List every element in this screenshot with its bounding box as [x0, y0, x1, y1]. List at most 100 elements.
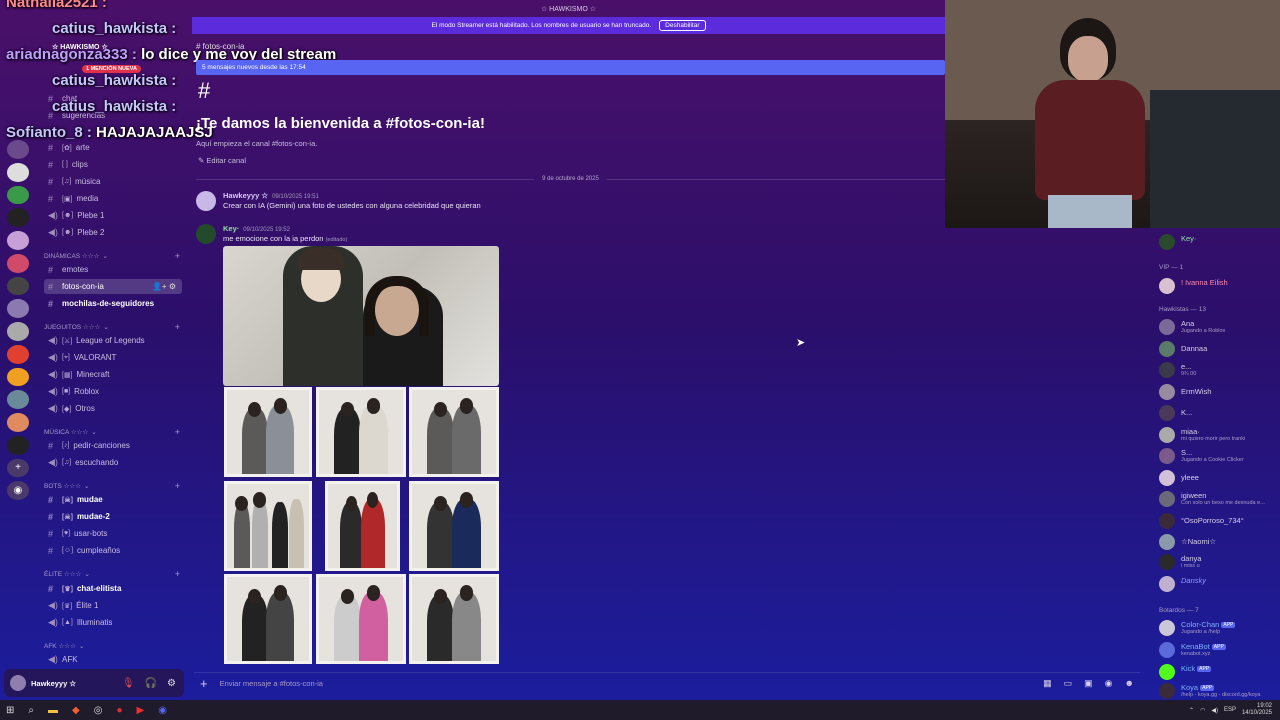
add-channel-icon[interactable]: +	[175, 322, 180, 332]
channel-mochilas[interactable]: # mochilas-de-seguidores	[44, 296, 182, 311]
member[interactable]: Ana Jugando a Roblox	[1159, 317, 1279, 335]
obs-icon[interactable]: ◎	[94, 705, 103, 716]
server-icon[interactable]	[7, 276, 29, 296]
message-composer[interactable]: + Enviar mensaje a #fotos-con-ia ▦ ▭ ▣ ◉…	[194, 672, 1140, 694]
server-icon[interactable]	[7, 413, 29, 432]
language-indicator[interactable]: ESP	[1224, 707, 1236, 713]
attachment-image[interactable]	[409, 481, 499, 571]
server-icon[interactable]	[7, 390, 29, 409]
channel-musica[interactable]: # [♫] música	[44, 174, 182, 189]
channel-arte[interactable]: # [✿] arte	[44, 140, 182, 155]
windows-start-icon[interactable]: ⊞	[6, 705, 14, 716]
member[interactable]: Koya APP/help - koya.gg - discord.gg/koya	[1159, 681, 1279, 699]
member[interactable]: ! Ivanna Eilish	[1159, 276, 1279, 294]
attachment-image[interactable]	[316, 387, 406, 477]
category-dinamicas[interactable]: DINÁMICAS ☆☆☆ ⌄ +	[44, 251, 184, 261]
add-server-icon[interactable]: +	[7, 458, 29, 478]
member[interactable]: Dansky	[1159, 574, 1279, 592]
channel-pedir-canciones[interactable]: # [♪] pedir-canciones	[44, 438, 182, 453]
attachment-image[interactable]	[409, 387, 499, 477]
server-icon[interactable]	[7, 185, 29, 205]
brave-icon[interactable]: ◆	[72, 705, 80, 716]
disable-streamer-button[interactable]: Deshabilitar	[659, 20, 706, 31]
channel-emotes[interactable]: # emotes	[44, 262, 182, 277]
attachment-image[interactable]	[325, 481, 400, 571]
channel-media[interactable]: # [▣] media	[44, 191, 182, 206]
attachment-image[interactable]	[223, 246, 499, 386]
category-bots[interactable]: BOTS ☆☆☆ ⌄ +	[44, 481, 184, 491]
voice-afk[interactable]: ◀) AFK	[44, 652, 182, 667]
member[interactable]: Color-Chan APP Jugando a /help	[1159, 618, 1279, 636]
category-elite[interactable]: ÉLITE ☆☆☆ ⌄ +	[44, 569, 184, 579]
channel-fotos-con-ia[interactable]: # fotos-con-ia 👤+ ⚙	[44, 279, 182, 294]
member[interactable]: KenaBot APP kenabot.xyz	[1159, 640, 1279, 658]
volume-icon[interactable]: ◀)	[1211, 707, 1218, 714]
server-icon[interactable]	[7, 162, 29, 182]
explore-icon[interactable]: ◉	[7, 481, 29, 500]
voice-plebe-2[interactable]: ◀) [☻] Plebe 2	[44, 225, 182, 240]
category-afk[interactable]: AFK ☆☆☆ ⌄	[44, 642, 184, 650]
avatar[interactable]	[10, 675, 26, 691]
channel-clips[interactable]: #[ ] clips	[44, 157, 182, 172]
attachment-image[interactable]	[224, 387, 312, 477]
headphones-icon[interactable]: 🎧	[145, 678, 157, 689]
channel-mudae[interactable]: # [☠] mudae	[44, 492, 182, 507]
message-author[interactable]: Key·	[223, 224, 239, 233]
server-icon[interactable]	[7, 140, 29, 159]
add-attachment-icon[interactable]: +	[200, 676, 208, 691]
category-juegos[interactable]: JUEGUITOS ☆☆☆ ⌄ +	[44, 322, 184, 332]
channel-usar-bots[interactable]: # [♥] usar-bots	[44, 526, 182, 541]
wifi-icon[interactable]: ◠	[1200, 707, 1205, 714]
avatar[interactable]	[196, 224, 216, 244]
attachment-image[interactable]	[224, 574, 312, 664]
voice-illuminatis[interactable]: ◀) [▲] Illuminatis	[44, 615, 182, 630]
member[interactable]: S... Jugando a Cookie Clicker	[1159, 446, 1279, 464]
settings-icon[interactable]: 👤+ ⚙	[152, 282, 176, 291]
attachment-image[interactable]	[409, 574, 499, 664]
member[interactable]: igiween Con solo un beso me desnuda e...	[1159, 489, 1279, 507]
server-icon[interactable]	[7, 322, 29, 341]
server-icon[interactable]	[7, 253, 29, 273]
member[interactable]: e... 9¾ 00	[1159, 360, 1279, 378]
voice-escuchando[interactable]: ◀) [♫] escuchando	[44, 455, 182, 470]
voice-roblox[interactable]: ◀) [■] Roblox	[44, 384, 182, 399]
attachment-image[interactable]	[224, 481, 312, 571]
app-launcher-icon[interactable]: ▦	[1043, 678, 1052, 689]
voice-plebe-1[interactable]: ◀) [☻] Plebe 1	[44, 208, 182, 223]
new-messages-bar[interactable]: 5 mensajes nuevos desde las 17:54	[196, 60, 945, 75]
edit-channel-link[interactable]: ✎ Editar canal	[198, 156, 246, 165]
gift-icon[interactable]: ▭	[1064, 678, 1073, 689]
member[interactable]: danya i miss u	[1159, 552, 1279, 570]
message-author[interactable]: Hawkeyyy ☆	[223, 191, 268, 200]
add-channel-icon[interactable]: +	[175, 569, 180, 579]
server-icon[interactable]	[7, 299, 29, 318]
gif-icon[interactable]: ▣	[1084, 678, 1093, 689]
member[interactable]: ErmWish	[1159, 382, 1279, 400]
voice-valorant[interactable]: ◀) [⌖] VALORANT	[44, 350, 182, 365]
youtube-icon[interactable]: ▶	[136, 705, 144, 716]
channel-cumpleanos[interactable]: # [☺] cumpleaños	[44, 543, 182, 558]
avatar[interactable]	[196, 191, 216, 211]
voice-lol[interactable]: ◀) [⚔] League of Legends	[44, 333, 182, 348]
voice-elite-1[interactable]: ◀) [♛] Élite 1	[44, 598, 182, 613]
member[interactable]: Key·	[1159, 232, 1279, 250]
sticker-icon[interactable]: ◉	[1105, 678, 1113, 689]
chevron-up-icon[interactable]: ⌃	[1189, 707, 1194, 714]
member[interactable]: yleee	[1159, 468, 1279, 486]
emoji-icon[interactable]: ☻	[1125, 678, 1134, 689]
server-icon[interactable]	[7, 344, 29, 364]
member[interactable]: miaa· mi quiero morir pero tranki	[1159, 425, 1279, 443]
voice-minecraft[interactable]: ◀) [▦] Minecraft	[44, 367, 182, 382]
app-icon[interactable]: ●	[116, 705, 122, 716]
add-channel-icon[interactable]: +	[175, 251, 180, 261]
clock[interactable]: 19:02 14/10/2025	[1242, 703, 1272, 717]
voice-otros[interactable]: ◀) [◆] Otros	[44, 401, 182, 416]
add-channel-icon[interactable]: +	[175, 481, 180, 491]
search-icon[interactable]: ⌕	[28, 705, 34, 716]
member[interactable]: °OsoPorroso_734°	[1159, 511, 1279, 529]
folder-icon[interactable]: ▬	[48, 705, 58, 716]
server-icon[interactable]	[7, 208, 29, 227]
member[interactable]: Kick APP	[1159, 662, 1279, 680]
discord-icon[interactable]: ◉	[158, 705, 167, 716]
server-icon[interactable]	[7, 435, 29, 455]
